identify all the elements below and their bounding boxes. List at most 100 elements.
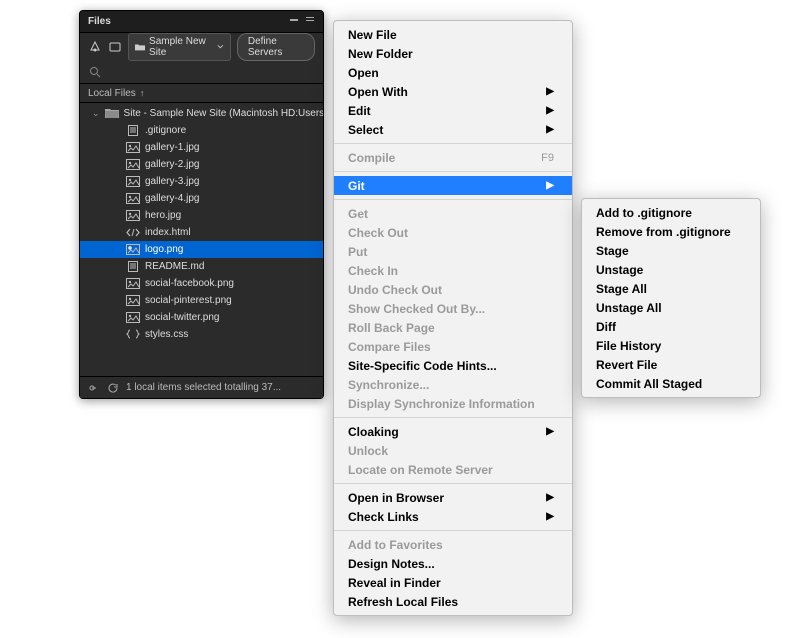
menu-item-display-synchronize-information: Display Synchronize Information bbox=[334, 394, 572, 413]
css-icon bbox=[126, 329, 140, 341]
menu-item-compile: CompileF9 bbox=[334, 148, 572, 167]
menu-label: Check Links bbox=[348, 510, 419, 524]
tree-root[interactable]: ⌄ Site - Sample New Site (Macintosh HD:U… bbox=[80, 105, 323, 122]
submenu-item-stage[interactable]: Stage bbox=[582, 241, 760, 260]
menu-item-undo-check-out: Undo Check Out bbox=[334, 280, 572, 299]
file-tree: ⌄ Site - Sample New Site (Macintosh HD:U… bbox=[80, 103, 323, 345]
menu-label: Roll Back Page bbox=[348, 321, 435, 335]
file-name: gallery-1.jpg bbox=[145, 142, 199, 153]
menu-label: Stage bbox=[596, 244, 629, 258]
menu-item-check-links[interactable]: Check Links▶ bbox=[334, 507, 572, 526]
submenu-item-revert-file[interactable]: Revert File bbox=[582, 355, 760, 374]
file-row[interactable]: social-twitter.png bbox=[80, 309, 323, 326]
git-submenu: Add to .gitignore Remove from .gitignore S… bbox=[581, 198, 761, 398]
menu-label: Git bbox=[348, 179, 365, 193]
menu-item-open[interactable]: Open bbox=[334, 63, 572, 82]
define-servers-button[interactable]: Define Servers bbox=[237, 33, 315, 61]
local-files-header[interactable]: Local Files ↑ bbox=[80, 83, 323, 103]
file-name: gallery-3.jpg bbox=[145, 176, 199, 187]
menu-item-edit[interactable]: Edit▶ bbox=[334, 101, 572, 120]
submenu-item-commit-all-staged[interactable]: Commit All Staged bbox=[582, 374, 760, 393]
submenu-item-unstage-all[interactable]: Unstage All bbox=[582, 298, 760, 317]
link-icon[interactable] bbox=[86, 381, 100, 395]
menu-label: Synchronize... bbox=[348, 378, 429, 392]
site-selector-label: Sample New Site bbox=[149, 36, 213, 58]
menu-label: Display Synchronize Information bbox=[348, 397, 535, 411]
image-icon bbox=[126, 295, 140, 307]
panel-menu-icon[interactable] bbox=[305, 11, 315, 33]
menu-label: Check Out bbox=[348, 226, 408, 240]
file-row[interactable]: index.html bbox=[80, 224, 323, 241]
file-row[interactable]: styles.css bbox=[80, 326, 323, 343]
submenu-item-add-to-gitignore[interactable]: Add to .gitignore bbox=[582, 203, 760, 222]
menu-label: Compare Files bbox=[348, 340, 431, 354]
menu-item-design-notes[interactable]: Design Notes... bbox=[334, 554, 572, 573]
file-name: hero.jpg bbox=[145, 210, 181, 221]
refresh-icon[interactable] bbox=[106, 381, 120, 395]
menu-label: Select bbox=[348, 123, 383, 137]
menu-label: Open in Browser bbox=[348, 491, 444, 505]
menu-separator bbox=[334, 417, 572, 418]
file-row[interactable]: gallery-1.jpg bbox=[80, 139, 323, 156]
submenu-item-diff[interactable]: Diff bbox=[582, 317, 760, 336]
submenu-item-stage-all[interactable]: Stage All bbox=[582, 279, 760, 298]
chevron-right-icon: ▶ bbox=[546, 426, 554, 437]
image-icon bbox=[126, 244, 140, 256]
filter-icon[interactable] bbox=[88, 65, 102, 79]
menu-label: Commit All Staged bbox=[596, 377, 702, 391]
file-row[interactable]: gallery-2.jpg bbox=[80, 156, 323, 173]
menu-label: Put bbox=[348, 245, 367, 259]
menu-item-select[interactable]: Select ▶ bbox=[334, 120, 572, 139]
sort-asc-icon: ↑ bbox=[140, 88, 145, 98]
menu-item-new-file[interactable]: New File bbox=[334, 25, 572, 44]
menu-item-add-to-favorites: Add to Favorites bbox=[334, 535, 572, 554]
menu-label: Undo Check Out bbox=[348, 283, 442, 297]
menu-label: Edit bbox=[348, 104, 371, 118]
file-name: .gitignore bbox=[145, 125, 186, 136]
file-name: social-twitter.png bbox=[145, 312, 219, 323]
panel-titlebar-controls bbox=[289, 11, 315, 33]
show-local-icon[interactable] bbox=[88, 40, 102, 54]
menu-label: Compile bbox=[348, 151, 395, 165]
menu-item-reveal-in-finder[interactable]: Reveal in Finder bbox=[334, 573, 572, 592]
menu-item-git[interactable]: Git ▶ bbox=[334, 176, 572, 195]
submenu-item-file-history[interactable]: File History bbox=[582, 336, 760, 355]
menu-label: Remove from .gitignore bbox=[596, 225, 731, 239]
image-icon bbox=[126, 176, 140, 188]
menu-label: Design Notes... bbox=[348, 557, 435, 571]
menu-item-open-with[interactable]: Open With▶ bbox=[334, 82, 572, 101]
menu-separator bbox=[334, 530, 572, 531]
file-row[interactable]: gallery-4.jpg bbox=[80, 190, 323, 207]
file-row[interactable]: hero.jpg bbox=[80, 207, 323, 224]
menu-label: Open bbox=[348, 66, 379, 80]
ftp-icon[interactable] bbox=[108, 40, 122, 54]
menu-label: Locate on Remote Server bbox=[348, 463, 493, 477]
menu-item-refresh-local-files[interactable]: Refresh Local Files bbox=[334, 592, 572, 611]
menu-item-cloaking[interactable]: Cloaking▶ bbox=[334, 422, 572, 441]
submenu-item-unstage[interactable]: Unstage bbox=[582, 260, 760, 279]
submenu-item-remove-from-gitignore[interactable]: Remove from .gitignore bbox=[582, 222, 760, 241]
menu-label: Get bbox=[348, 207, 368, 221]
file-name: social-facebook.png bbox=[145, 278, 234, 289]
site-selector[interactable]: Sample New Site bbox=[128, 33, 231, 61]
filter-row bbox=[80, 61, 323, 83]
chevron-right-icon: ▶ bbox=[546, 180, 554, 191]
chevron-right-icon: ▶ bbox=[546, 124, 554, 135]
file-row[interactable]: README.md bbox=[80, 258, 323, 275]
file-row[interactable]: social-pinterest.png bbox=[80, 292, 323, 309]
menu-item-new-folder[interactable]: New Folder bbox=[334, 44, 572, 63]
file-row[interactable]: .gitignore bbox=[80, 122, 323, 139]
file-name: styles.css bbox=[145, 329, 188, 340]
panel-titlebar: Files bbox=[80, 11, 323, 33]
menu-item-check-out: Check Out bbox=[334, 223, 572, 242]
file-row[interactable]: logo.png bbox=[80, 241, 323, 258]
menu-item-open-in-browser[interactable]: Open in Browser▶ bbox=[334, 488, 572, 507]
menu-label: Unlock bbox=[348, 444, 388, 458]
menu-item-site-specific-code-hints[interactable]: Site-Specific Code Hints... bbox=[334, 356, 572, 375]
files-panel: Files Sample New Site Define Servers bbox=[79, 10, 324, 399]
panel-min-icon[interactable] bbox=[289, 11, 299, 33]
disclosure-open-icon[interactable]: ⌄ bbox=[92, 108, 100, 119]
file-name: README.md bbox=[145, 261, 204, 272]
file-row[interactable]: social-facebook.png bbox=[80, 275, 323, 292]
file-row[interactable]: gallery-3.jpg bbox=[80, 173, 323, 190]
